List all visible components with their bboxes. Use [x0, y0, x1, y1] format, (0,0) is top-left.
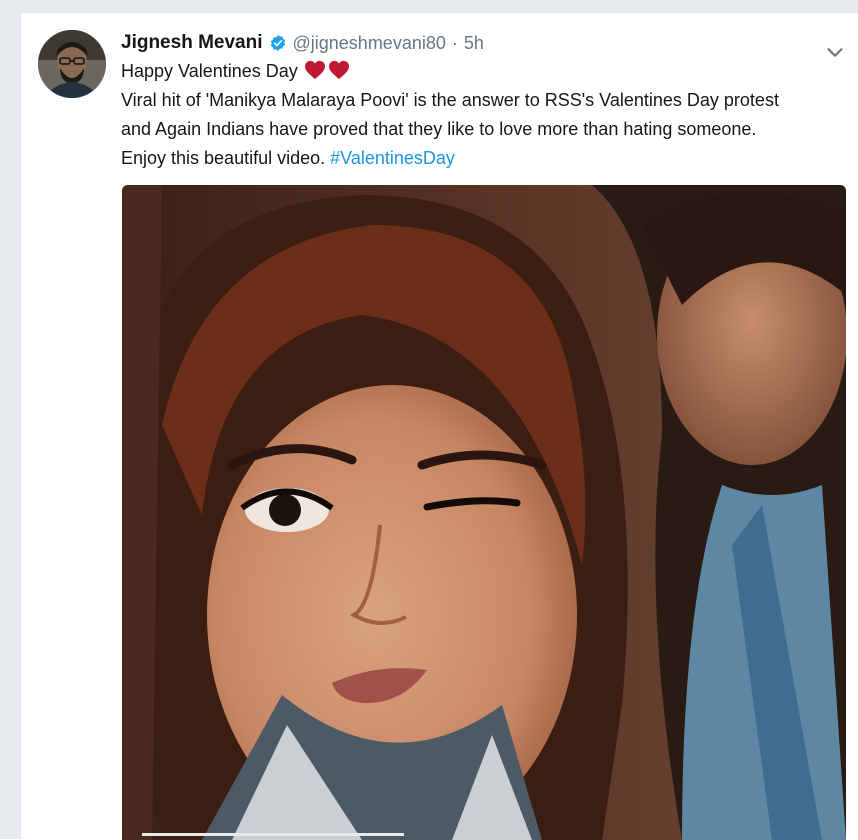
- display-name[interactable]: Jignesh Mevani: [121, 32, 263, 54]
- tweet-line-3: and Again Indians have proved that they …: [121, 119, 757, 139]
- heart-emoji-icon: [304, 60, 325, 80]
- tweet-text: Happy Valentines Day Viral hit of 'Manik…: [121, 57, 851, 173]
- tweet-line-1: Happy Valentines Day: [121, 57, 851, 86]
- heart-emoji-icon: [328, 60, 349, 80]
- avatar[interactable]: [38, 30, 106, 98]
- user-handle[interactable]: @jigneshmevani80: [293, 33, 446, 54]
- avatar-image: [38, 30, 106, 98]
- tweet-line-4: Enjoy this beautiful video. #ValentinesD…: [121, 144, 851, 173]
- hashtag-link[interactable]: #ValentinesDay: [330, 148, 455, 168]
- tweet-card[interactable]: Jignesh Mevani @jigneshmevani80 · 5h Hap…: [20, 12, 858, 840]
- tweet-header: Jignesh Mevani @jigneshmevani80 · 5h: [121, 31, 484, 55]
- verified-badge-icon: [270, 35, 285, 51]
- separator-dot: ·: [451, 32, 458, 53]
- tweet-line-4-text: Enjoy this beautiful video.: [121, 148, 331, 168]
- tweet-line-2: Viral hit of 'Manikya Malaraya Poovi' is…: [121, 90, 779, 110]
- video-player[interactable]: [122, 185, 846, 840]
- greeting-text: Happy Valentines Day: [121, 61, 298, 81]
- timestamp[interactable]: 5h: [464, 33, 484, 54]
- top-divider: [0, 0, 858, 12]
- hearts: [304, 60, 350, 80]
- video-frame-image: [122, 185, 846, 840]
- video-progress-track[interactable]: [142, 833, 404, 836]
